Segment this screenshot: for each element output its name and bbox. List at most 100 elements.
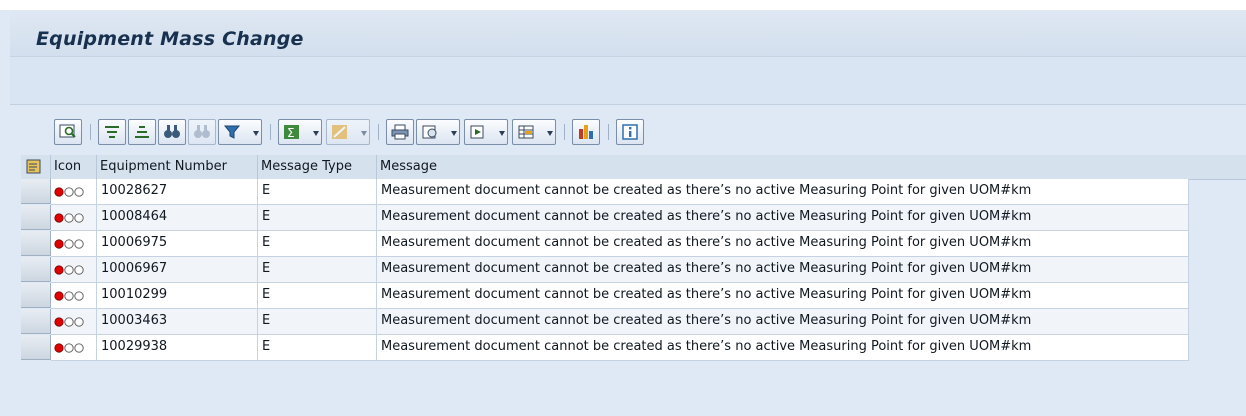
message-cell[interactable]: Measurement document cannot be created a… (377, 283, 1189, 309)
status-cell (51, 179, 97, 205)
details-button[interactable] (54, 119, 82, 145)
view-button[interactable] (416, 119, 460, 145)
table-row: 10028627 E Measurement document cannot be … (21, 179, 1189, 205)
separator (90, 124, 91, 140)
row-selector[interactable] (21, 257, 51, 282)
information-button[interactable] (616, 119, 644, 145)
chevron-down-icon (547, 131, 553, 136)
error-traffic-light-icon (54, 187, 84, 197)
sort-descending-button[interactable] (128, 119, 156, 145)
application-toolbar (10, 57, 1246, 105)
message-type-cell[interactable]: E (258, 257, 377, 283)
column-header-message[interactable]: Message (377, 155, 1246, 179)
print-button[interactable] (386, 119, 414, 145)
sort-descending-icon (135, 126, 149, 138)
status-cell (51, 309, 97, 335)
top-border (0, 0, 1246, 10)
error-traffic-light-icon (54, 317, 84, 327)
message-cell[interactable]: Measurement document cannot be created a… (377, 205, 1189, 231)
error-traffic-light-icon (54, 291, 84, 301)
find-next-icon (194, 125, 210, 138)
equipment-number-cell[interactable]: 10003463 (97, 309, 258, 335)
status-cell (51, 205, 97, 231)
chevron-down-icon (499, 131, 505, 136)
separator (378, 124, 379, 140)
equipment-number-cell[interactable]: 10029938 (97, 335, 258, 361)
message-cell[interactable]: Measurement document cannot be created a… (377, 257, 1189, 283)
equipment-number-cell[interactable]: 10010299 (97, 283, 258, 309)
graphic-icon (579, 125, 593, 139)
row-selector[interactable] (21, 335, 51, 360)
status-cell (51, 335, 97, 361)
message-type-cell[interactable]: E (258, 309, 377, 335)
svg-text:Σ: Σ (287, 126, 295, 140)
message-cell[interactable]: Measurement document cannot be created a… (377, 231, 1189, 257)
error-traffic-light-icon (54, 343, 84, 353)
column-header-message-type[interactable]: Message Type (258, 155, 377, 179)
find-button[interactable] (158, 119, 186, 145)
table-row: 10010299 E Measurement document cannot be … (21, 283, 1189, 309)
message-type-cell[interactable]: E (258, 283, 377, 309)
error-traffic-light-icon (54, 213, 84, 223)
table-layout-icon (26, 159, 41, 174)
message-cell[interactable]: Measurement document cannot be created a… (377, 179, 1189, 205)
column-header-icon[interactable]: Icon (51, 155, 97, 179)
message-cell[interactable]: Measurement document cannot be created a… (377, 335, 1189, 361)
layout-button[interactable] (512, 119, 556, 145)
total-icon: Σ (284, 125, 299, 140)
message-type-cell[interactable]: E (258, 231, 377, 257)
row-selector[interactable] (21, 205, 51, 230)
error-traffic-light-icon (54, 239, 84, 249)
table-row: 10008464 E Measurement document cannot be … (21, 205, 1189, 231)
total-button[interactable]: Σ (278, 119, 322, 145)
table-row: 10006967 E Measurement document cannot be … (21, 257, 1189, 283)
equipment-number-cell[interactable]: 10028627 (97, 179, 258, 205)
status-cell (51, 231, 97, 257)
equipment-number-cell[interactable]: 10006975 (97, 231, 258, 257)
sort-ascending-button[interactable] (98, 119, 126, 145)
message-type-cell[interactable]: E (258, 335, 377, 361)
separator (564, 124, 565, 140)
page-title: Equipment Mass Change (36, 28, 304, 50)
message-type-cell[interactable]: E (258, 179, 377, 205)
graphic-button[interactable] (572, 119, 600, 145)
export-icon (470, 125, 484, 139)
message-cell[interactable]: Measurement document cannot be created a… (377, 309, 1189, 335)
status-cell (51, 283, 97, 309)
details-icon (59, 124, 76, 138)
row-selector[interactable] (21, 283, 51, 308)
table-row: 10006975 E Measurement document cannot be … (21, 231, 1189, 257)
table-row: 10029938 E Measurement document cannot be … (21, 335, 1189, 361)
filter-icon (223, 125, 241, 139)
print-icon (391, 124, 409, 140)
layout-icon (518, 125, 534, 139)
export-button[interactable] (464, 119, 508, 145)
error-traffic-light-icon (54, 265, 84, 275)
chevron-down-icon (313, 131, 319, 136)
subtotal-icon (332, 125, 347, 139)
row-selector[interactable] (21, 231, 51, 256)
find-next-button[interactable] (188, 119, 216, 145)
separator (608, 124, 609, 140)
equipment-number-cell[interactable]: 10006967 (97, 257, 258, 283)
table-row: 10003463 E Measurement document cannot be … (21, 309, 1189, 335)
status-cell (51, 257, 97, 283)
subtotal-button[interactable] (326, 119, 370, 145)
grid-header: Icon Equipment Number Message Type Messa… (21, 155, 1246, 180)
sort-ascending-icon (105, 126, 119, 138)
message-type-cell[interactable]: E (258, 205, 377, 231)
separator (270, 124, 271, 140)
title-bar: Equipment Mass Change (10, 10, 1246, 57)
information-icon (622, 124, 638, 140)
chevron-down-icon (361, 131, 367, 136)
view-icon (422, 125, 437, 139)
layout-select-button[interactable] (21, 155, 51, 179)
chevron-down-icon (451, 131, 457, 136)
equipment-number-cell[interactable]: 10008464 (97, 205, 258, 231)
row-selector[interactable] (21, 179, 51, 204)
row-selector[interactable] (21, 309, 51, 334)
chevron-down-icon (253, 131, 259, 136)
find-icon (164, 125, 180, 138)
filter-button[interactable] (218, 119, 262, 145)
column-header-equipment-number[interactable]: Equipment Number (97, 155, 258, 179)
